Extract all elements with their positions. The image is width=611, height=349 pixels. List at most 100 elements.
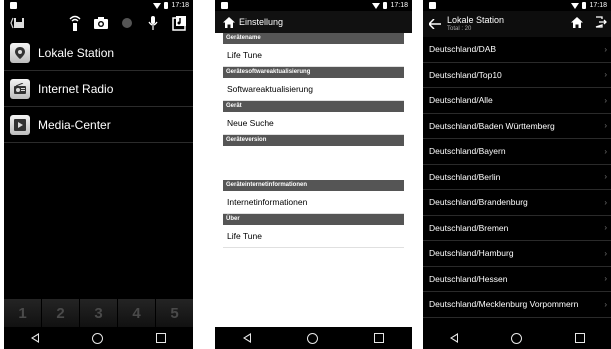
list-item[interactable]: Deutschland/Mecklenburg Vorpommern › xyxy=(423,292,611,318)
section-header: Geräteinternetinformationen xyxy=(223,180,404,191)
map-pin-icon xyxy=(10,42,30,63)
nav-back-icon[interactable] xyxy=(449,333,458,343)
source-item-media-center[interactable]: Media-Center xyxy=(4,107,193,143)
setting-software-update[interactable]: Softwareaktualisierung xyxy=(223,78,404,101)
setting-about[interactable]: Life Tune xyxy=(223,225,404,248)
screen-home: 17:18 Lokale Station Internet Radio Medi… xyxy=(4,0,193,349)
list-item[interactable]: Deutschland/DAB › xyxy=(423,37,611,63)
preset-button-1[interactable]: 1 xyxy=(4,299,42,327)
list-item[interactable]: Deutschland/Baden Württemberg › xyxy=(423,114,611,139)
chevron-right-icon: › xyxy=(604,121,607,131)
source-list: Lokale Station Internet Radio Media-Cent… xyxy=(4,35,193,143)
camera-icon[interactable] xyxy=(91,13,111,33)
nav-home-icon[interactable] xyxy=(510,332,522,344)
station-label: Deutschland/Bremen xyxy=(429,222,509,233)
preset-button-3[interactable]: 3 xyxy=(80,299,118,327)
signal-icon xyxy=(571,2,580,9)
station-list: Deutschland/DAB › Deutschland/Top10 › Deut… xyxy=(423,37,611,318)
list-item[interactable]: Deutschland/Hessen › xyxy=(423,267,611,292)
station-label: Deutschland/Hessen xyxy=(429,273,508,284)
microphone-icon[interactable] xyxy=(143,13,163,33)
section-header: Über xyxy=(223,214,404,225)
chevron-right-icon: › xyxy=(604,172,607,182)
battery-icon xyxy=(383,2,388,9)
station-label: Deutschland/Brandenburg xyxy=(429,197,528,208)
list-item[interactable]: Deutschland/Hamburg › xyxy=(423,241,611,267)
battery-icon xyxy=(164,2,169,9)
chevron-right-icon: › xyxy=(604,248,607,258)
list-item[interactable]: Deutschland/Alle › xyxy=(423,88,611,114)
settings-header: Einstellung xyxy=(215,11,412,33)
preset-bar: 1 2 3 4 5 xyxy=(4,299,193,327)
remote-icon[interactable] xyxy=(65,13,85,33)
play-icon xyxy=(10,114,30,135)
nav-bar xyxy=(423,327,611,349)
list-item[interactable]: Deutschland/Bayern › xyxy=(423,139,611,165)
setting-new-search[interactable]: Neue Suche xyxy=(223,112,404,135)
section-header: Gerätename xyxy=(223,33,404,44)
station-label: Deutschland/Mecklenburg Vorpommern xyxy=(429,299,579,310)
chevron-right-icon: › xyxy=(604,146,607,156)
nav-back-icon[interactable] xyxy=(243,333,251,343)
setting-device-name[interactable]: Life Tune xyxy=(223,44,404,67)
record-icon[interactable] xyxy=(117,13,137,33)
device-version-value xyxy=(223,146,404,180)
signal-icon xyxy=(153,2,162,9)
chevron-right-icon: › xyxy=(604,274,607,284)
source-label: Lokale Station xyxy=(38,45,115,60)
home-icon[interactable] xyxy=(223,16,235,28)
exit-icon[interactable] xyxy=(595,15,607,33)
list-item[interactable]: Deutschland/Bremen › xyxy=(423,216,611,241)
nav-back-icon[interactable] xyxy=(30,333,39,343)
screen-settings: 17:18 Einstellung Gerätename Life Tune G… xyxy=(215,0,412,349)
status-bar: 17:18 xyxy=(215,0,412,11)
signal-icon xyxy=(372,2,381,9)
chevron-right-icon: › xyxy=(604,299,607,309)
station-label: Deutschland/Hamburg xyxy=(429,248,514,259)
setting-internet-info[interactable]: Internetinformationen xyxy=(223,191,404,214)
nav-home-icon[interactable] xyxy=(91,332,103,344)
playlist-icon[interactable] xyxy=(169,13,189,33)
source-label: Internet Radio xyxy=(38,81,114,96)
station-label: Deutschland/Top10 xyxy=(429,69,502,80)
source-label: Media-Center xyxy=(38,117,111,132)
back-arrow-icon[interactable] xyxy=(427,17,441,32)
nav-bar xyxy=(215,327,412,349)
preset-button-4[interactable]: 4 xyxy=(118,299,156,327)
status-bar: 17:18 xyxy=(4,0,193,11)
preset-button-2[interactable]: 2 xyxy=(42,299,80,327)
home-icon[interactable] xyxy=(571,15,583,33)
station-label: Deutschland/DAB xyxy=(429,44,497,55)
section-header: Gerät xyxy=(223,101,404,112)
source-item-local-station[interactable]: Lokale Station xyxy=(4,35,193,71)
list-item[interactable]: Deutschland/Top10 › xyxy=(423,63,611,88)
chevron-right-icon: › xyxy=(604,197,607,207)
nav-recent-icon[interactable] xyxy=(574,333,585,343)
total-count: Total : 20 xyxy=(447,26,472,32)
toolbar xyxy=(4,11,193,35)
back-save-icon[interactable] xyxy=(8,13,28,33)
nav-recent-icon[interactable] xyxy=(374,333,384,343)
page-title: Lokale Station xyxy=(447,15,505,25)
radio-icon xyxy=(10,78,30,99)
source-item-internet-radio[interactable]: Internet Radio xyxy=(4,71,193,107)
screen-local-station: 17:18 Lokale Station Total : 20 Deutschl… xyxy=(423,0,611,349)
station-label: Deutschland/Bayern xyxy=(429,146,506,157)
station-label: Deutschland/Alle xyxy=(429,95,493,106)
page-title: Einstellung xyxy=(239,17,284,27)
settings-list: Gerätename Life Tune Gerätesoftwareaktua… xyxy=(215,33,412,248)
status-time: 17:18 xyxy=(589,2,607,9)
station-label: Deutschland/Berlin xyxy=(429,171,501,182)
nav-recent-icon[interactable] xyxy=(156,333,167,343)
chevron-right-icon: › xyxy=(604,70,607,80)
list-item[interactable]: Deutschland/Berlin › xyxy=(423,165,611,190)
preset-button-5[interactable]: 5 xyxy=(156,299,193,327)
list-item[interactable]: Deutschland/Brandenburg › xyxy=(423,190,611,216)
station-header: Lokale Station Total : 20 xyxy=(423,11,611,37)
status-time: 17:18 xyxy=(171,2,189,9)
nav-home-icon[interactable] xyxy=(307,332,318,344)
notification-icon xyxy=(10,2,17,9)
status-bar: 17:18 xyxy=(423,0,611,11)
station-label: Deutschland/Baden Württemberg xyxy=(429,120,555,131)
chevron-right-icon: › xyxy=(604,95,607,105)
